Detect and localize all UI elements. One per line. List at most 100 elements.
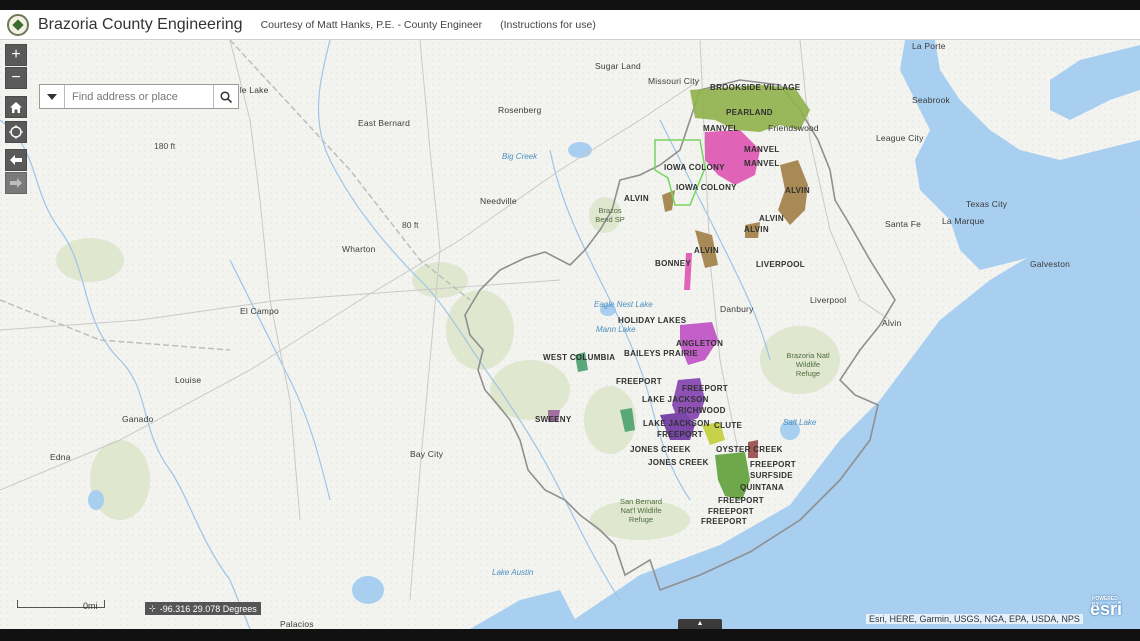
label-sweeny-muni: SWEENY xyxy=(535,415,572,424)
chevron-up-icon: ▲ xyxy=(696,620,704,627)
search-input[interactable] xyxy=(65,85,213,108)
label-manvel-muni-3: MANVEL xyxy=(744,159,780,168)
label-friendswood: Friendswood xyxy=(768,123,819,133)
coordinate-readout[interactable]: ⊹ -96.316 29.078 Degrees xyxy=(145,602,261,615)
forward-extent-button[interactable] xyxy=(5,172,27,194)
bottom-frame xyxy=(0,629,1140,641)
label-surfside-muni: SURFSIDE xyxy=(750,471,793,480)
label-mann-lake: Mann Lake xyxy=(596,325,636,334)
label-quintana-muni: QUINTANA xyxy=(740,483,785,492)
label-sugar-land: Sugar Land xyxy=(595,61,641,71)
instructions-link[interactable]: (Instructions for use) xyxy=(500,19,596,31)
label-jones-creek-muni-1: JONES CREEK xyxy=(630,445,691,454)
label-brazos-bend-sp: Brazos Bend SP xyxy=(595,206,625,224)
label-iowa-colony-muni-1: IOWA COLONY xyxy=(664,163,725,172)
county-seal-logo xyxy=(7,13,29,36)
label-needville: Needville xyxy=(480,196,517,206)
search-button[interactable] xyxy=(213,85,238,108)
label-san-bernard-nwr: San Bernard Nat'l Wildlife Refuge xyxy=(619,497,663,524)
label-freeport-muni-4: FREEPORT xyxy=(750,460,796,469)
label-jones-creek-muni-2: JONES CREEK xyxy=(648,458,709,467)
label-eagle-nest-lake: Eagle Nest Lake xyxy=(594,300,653,309)
label-lake-jackson-muni-2: LAKE JACKSON xyxy=(643,419,710,428)
label-santa-fe: Santa Fe xyxy=(885,219,922,229)
label-lake-austin: Lake Austin xyxy=(492,568,534,577)
label-holiday-lakes-muni: HOLIDAY LAKES xyxy=(618,316,687,325)
scale-label: 0mi xyxy=(83,601,98,611)
label-el-campo: El Campo xyxy=(240,306,279,316)
label-manvel-muni-2: MANVEL xyxy=(744,145,780,154)
label-iowa-colony-muni-2: IOWA COLONY xyxy=(676,183,737,192)
label-danbury: Danbury xyxy=(720,304,754,314)
label-alvin-muni-5: ALVIN xyxy=(785,186,810,195)
app-title: Brazoria County Engineering xyxy=(38,15,243,33)
collapse-panel-button[interactable]: ▲ xyxy=(678,619,722,629)
attribution-text: Esri, HERE, Garmin, USGS, NGA, EPA, USDA… xyxy=(866,614,1083,624)
search-icon xyxy=(220,90,232,103)
label-alvin-muni-4: ALVIN xyxy=(694,246,719,255)
label-liverpool-muni: LIVERPOOL xyxy=(756,260,805,269)
map-view[interactable]: Sugar Land Missouri City La Porte Seabro… xyxy=(0,40,1140,629)
label-freeport-muni-6: FREEPORT xyxy=(708,507,754,516)
label-freeport-muni-5: FREEPORT xyxy=(718,496,764,505)
label-bonney-muni: BONNEY xyxy=(655,259,692,268)
label-seabrook: Seabrook xyxy=(912,95,950,105)
label-freeport-muni-7: FREEPORT xyxy=(701,517,747,526)
label-richwood-muni: RICHWOOD xyxy=(678,406,726,415)
label-la-porte: La Porte xyxy=(912,41,946,51)
search-widget xyxy=(39,84,239,109)
top-frame xyxy=(0,0,1140,10)
label-rosenberg: Rosenberg xyxy=(498,105,542,115)
plus-icon: + xyxy=(11,46,21,63)
home-button[interactable] xyxy=(5,96,27,118)
label-ganado: Ganado xyxy=(122,414,154,424)
label-missouri-city: Missouri City xyxy=(648,76,700,86)
label-pearland-muni: PEARLAND xyxy=(726,108,773,117)
label-alvin-muni-2: ALVIN xyxy=(759,214,784,223)
label-alvin-muni-1: ALVIN xyxy=(624,194,649,203)
locate-button[interactable] xyxy=(5,121,27,143)
label-freeport-muni-3: FREEPORT xyxy=(657,430,703,439)
label-east-bernard: East Bernard xyxy=(358,118,411,128)
label-freeport-muni-2: FREEPORT xyxy=(682,384,728,393)
zoom-out-button[interactable]: − xyxy=(5,67,27,89)
label-elevation-180: 180 ft xyxy=(154,141,176,151)
zoom-in-button[interactable]: + xyxy=(5,44,27,66)
label-edna: Edna xyxy=(50,452,71,462)
label-big-creek: Big Creek xyxy=(502,152,538,161)
minus-icon: − xyxy=(11,69,21,86)
label-wharton: Wharton xyxy=(342,244,376,254)
powered-by-text: POWERED BY xyxy=(1092,596,1118,608)
label-brazoria-nwr: Brazoria Natl Wildlife Refuge xyxy=(786,351,830,378)
forward-arrow-icon xyxy=(10,178,22,188)
label-clute-muni: CLUTE xyxy=(714,421,743,430)
label-alvin: Alvin xyxy=(882,318,902,328)
label-bay-city: Bay City xyxy=(410,449,444,459)
label-manvel-muni-1: MANVEL xyxy=(703,124,739,133)
chevron-down-icon xyxy=(47,93,57,100)
home-icon xyxy=(10,101,22,113)
label-liverpool: Liverpool xyxy=(810,295,847,305)
label-lake-jackson-muni-1: LAKE JACKSON xyxy=(642,395,709,404)
coordinate-text: -96.316 29.078 Degrees xyxy=(159,603,257,614)
label-salt-lake: Salt Lake xyxy=(783,418,817,427)
coordinate-icon: ⊹ xyxy=(149,604,156,613)
label-elevation-80: 80 ft xyxy=(402,220,419,230)
label-angleton-muni: ANGLETON xyxy=(676,339,724,348)
label-galveston: Galveston xyxy=(1030,259,1071,269)
label-league-city: League City xyxy=(876,133,924,143)
label-texas-city: Texas City xyxy=(966,199,1008,209)
label-palacios: Palacios xyxy=(280,619,314,629)
label-louise: Louise xyxy=(175,375,202,385)
label-oyster-creek-muni: OYSTER CREEK xyxy=(716,445,783,454)
label-alvin-muni-3: ALVIN xyxy=(744,225,769,234)
label-freeport-muni-1: FREEPORT xyxy=(616,377,662,386)
basemap xyxy=(0,40,1140,629)
app-header: Brazoria County Engineering Courtesy of … xyxy=(0,10,1140,40)
search-source-dropdown[interactable] xyxy=(40,85,65,108)
credit-text: Courtesy of Matt Hanks, P.E. - County En… xyxy=(260,18,483,31)
esri-logo: POWERED BY esri xyxy=(1090,596,1122,620)
back-extent-button[interactable] xyxy=(5,149,27,171)
label-brookside-village-muni: BROOKSIDE VILLAGE xyxy=(710,83,801,92)
label-la-marque: La Marque xyxy=(942,216,985,226)
